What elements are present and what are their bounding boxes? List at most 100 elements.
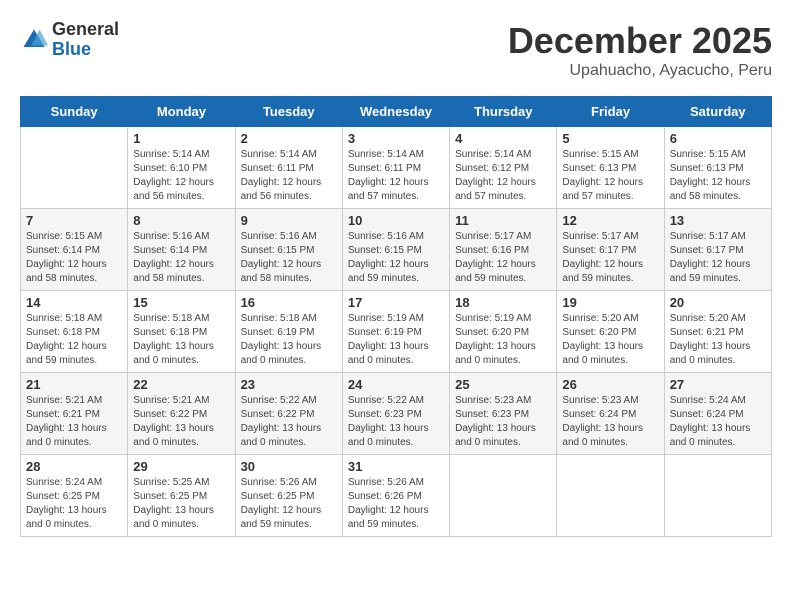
day-info: Sunrise: 5:18 AM Sunset: 6:18 PM Dayligh… [133, 312, 229, 368]
calendar-cell: 6 Sunrise: 5:15 AM Sunset: 6:13 PM Daylig… [664, 127, 771, 209]
day-number: 6 [670, 131, 766, 146]
weekday-header: Tuesday [235, 97, 342, 127]
day-number: 31 [348, 459, 444, 474]
day-number: 12 [562, 213, 658, 228]
weekday-header: Friday [557, 97, 664, 127]
calendar-cell: 27 Sunrise: 5:24 AM Sunset: 6:24 PM Dayli… [664, 373, 771, 455]
day-number: 16 [241, 295, 337, 310]
weekday-header: Monday [128, 97, 235, 127]
calendar-cell: 19 Sunrise: 5:20 AM Sunset: 6:20 PM Dayli… [557, 291, 664, 373]
day-info: Sunrise: 5:15 AM Sunset: 6:13 PM Dayligh… [562, 148, 658, 204]
day-info: Sunrise: 5:26 AM Sunset: 6:26 PM Dayligh… [348, 476, 444, 532]
calendar-cell: 7 Sunrise: 5:15 AM Sunset: 6:14 PM Daylig… [21, 209, 128, 291]
logo: General Blue [20, 20, 119, 60]
logo-general-text: General [52, 20, 119, 40]
calendar: SundayMondayTuesdayWednesdayThursdayFrid… [20, 96, 772, 537]
day-number: 4 [455, 131, 551, 146]
day-number: 19 [562, 295, 658, 310]
day-number: 21 [26, 377, 122, 392]
calendar-cell: 2Sunrise: 5:14 AM Sunset: 6:11 PM Daylig… [235, 127, 342, 209]
day-number: 3 [348, 131, 444, 146]
calendar-cell: 8 Sunrise: 5:16 AM Sunset: 6:14 PM Daylig… [128, 209, 235, 291]
calendar-cell: 17 Sunrise: 5:19 AM Sunset: 6:19 PM Dayli… [342, 291, 449, 373]
day-number: 25 [455, 377, 551, 392]
day-number: 5 [562, 131, 658, 146]
day-number: 20 [670, 295, 766, 310]
calendar-cell: 26Sunrise: 5:23 AM Sunset: 6:24 PM Dayli… [557, 373, 664, 455]
calendar-cell: 14 Sunrise: 5:18 AM Sunset: 6:18 PM Dayli… [21, 291, 128, 373]
day-info: Sunrise: 5:17 AM Sunset: 6:17 PM Dayligh… [670, 230, 766, 286]
calendar-cell: 29Sunrise: 5:25 AM Sunset: 6:25 PM Dayli… [128, 455, 235, 537]
day-info: Sunrise: 5:21 AM Sunset: 6:22 PM Dayligh… [133, 394, 229, 450]
day-number: 27 [670, 377, 766, 392]
calendar-cell: 5 Sunrise: 5:15 AM Sunset: 6:13 PM Daylig… [557, 127, 664, 209]
calendar-cell: 1 Sunrise: 5:14 AM Sunset: 6:10 PM Daylig… [128, 127, 235, 209]
day-number: 24 [348, 377, 444, 392]
calendar-cell: 10 Sunrise: 5:16 AM Sunset: 6:15 PM Dayli… [342, 209, 449, 291]
day-info: Sunrise: 5:16 AM Sunset: 6:14 PM Dayligh… [133, 230, 229, 286]
calendar-week-row: 14 Sunrise: 5:18 AM Sunset: 6:18 PM Dayli… [21, 291, 772, 373]
day-number: 8 [133, 213, 229, 228]
calendar-cell: 31 Sunrise: 5:26 AM Sunset: 6:26 PM Dayli… [342, 455, 449, 537]
day-info: Sunrise: 5:18 AM Sunset: 6:19 PM Dayligh… [241, 312, 337, 368]
calendar-cell: 23 Sunrise: 5:22 AM Sunset: 6:22 PM Dayli… [235, 373, 342, 455]
day-info: Sunrise: 5:18 AM Sunset: 6:18 PM Dayligh… [26, 312, 122, 368]
day-info: Sunrise: 5:16 AM Sunset: 6:15 PM Dayligh… [241, 230, 337, 286]
day-info: Sunrise: 5:22 AM Sunset: 6:23 PM Dayligh… [348, 394, 444, 450]
day-info: Sunrise: 5:21 AM Sunset: 6:21 PM Dayligh… [26, 394, 122, 450]
calendar-cell: 12Sunrise: 5:17 AM Sunset: 6:17 PM Dayli… [557, 209, 664, 291]
day-number: 13 [670, 213, 766, 228]
day-info: Sunrise: 5:23 AM Sunset: 6:23 PM Dayligh… [455, 394, 551, 450]
day-info: Sunrise: 5:26 AM Sunset: 6:25 PM Dayligh… [241, 476, 337, 532]
calendar-cell: 3 Sunrise: 5:14 AM Sunset: 6:11 PM Daylig… [342, 127, 449, 209]
day-info: Sunrise: 5:17 AM Sunset: 6:16 PM Dayligh… [455, 230, 551, 286]
day-number: 10 [348, 213, 444, 228]
weekday-header: Sunday [21, 97, 128, 127]
calendar-cell: 25 Sunrise: 5:23 AM Sunset: 6:23 PM Dayli… [450, 373, 557, 455]
calendar-cell: 9Sunrise: 5:16 AM Sunset: 6:15 PM Daylig… [235, 209, 342, 291]
day-number: 15 [133, 295, 229, 310]
calendar-week-row: 7 Sunrise: 5:15 AM Sunset: 6:14 PM Daylig… [21, 209, 772, 291]
calendar-cell [557, 455, 664, 537]
calendar-cell: 22Sunrise: 5:21 AM Sunset: 6:22 PM Dayli… [128, 373, 235, 455]
day-info: Sunrise: 5:24 AM Sunset: 6:25 PM Dayligh… [26, 476, 122, 532]
calendar-cell: 28Sunrise: 5:24 AM Sunset: 6:25 PM Dayli… [21, 455, 128, 537]
day-info: Sunrise: 5:14 AM Sunset: 6:11 PM Dayligh… [348, 148, 444, 204]
day-number: 2 [241, 131, 337, 146]
calendar-cell: 21 Sunrise: 5:21 AM Sunset: 6:21 PM Dayli… [21, 373, 128, 455]
day-number: 17 [348, 295, 444, 310]
day-number: 14 [26, 295, 122, 310]
calendar-cell: 30 Sunrise: 5:26 AM Sunset: 6:25 PM Dayli… [235, 455, 342, 537]
calendar-cell: 4 Sunrise: 5:14 AM Sunset: 6:12 PM Daylig… [450, 127, 557, 209]
day-info: Sunrise: 5:19 AM Sunset: 6:19 PM Dayligh… [348, 312, 444, 368]
calendar-cell: 24 Sunrise: 5:22 AM Sunset: 6:23 PM Dayli… [342, 373, 449, 455]
weekday-header: Thursday [450, 97, 557, 127]
day-info: Sunrise: 5:15 AM Sunset: 6:13 PM Dayligh… [670, 148, 766, 204]
day-number: 1 [133, 131, 229, 146]
day-number: 30 [241, 459, 337, 474]
calendar-week-row: 21 Sunrise: 5:21 AM Sunset: 6:21 PM Dayli… [21, 373, 772, 455]
day-number: 11 [455, 213, 551, 228]
day-info: Sunrise: 5:24 AM Sunset: 6:24 PM Dayligh… [670, 394, 766, 450]
calendar-cell [21, 127, 128, 209]
calendar-cell [664, 455, 771, 537]
day-info: Sunrise: 5:15 AM Sunset: 6:14 PM Dayligh… [26, 230, 122, 286]
day-info: Sunrise: 5:23 AM Sunset: 6:24 PM Dayligh… [562, 394, 658, 450]
calendar-cell [450, 455, 557, 537]
day-info: Sunrise: 5:14 AM Sunset: 6:10 PM Dayligh… [133, 148, 229, 204]
weekday-header: Wednesday [342, 97, 449, 127]
calendar-cell: 16 Sunrise: 5:18 AM Sunset: 6:19 PM Dayli… [235, 291, 342, 373]
day-number: 29 [133, 459, 229, 474]
day-info: Sunrise: 5:16 AM Sunset: 6:15 PM Dayligh… [348, 230, 444, 286]
month-title: December 2025 [508, 20, 772, 62]
day-info: Sunrise: 5:19 AM Sunset: 6:20 PM Dayligh… [455, 312, 551, 368]
calendar-cell: 18Sunrise: 5:19 AM Sunset: 6:20 PM Dayli… [450, 291, 557, 373]
calendar-cell: 15 Sunrise: 5:18 AM Sunset: 6:18 PM Dayli… [128, 291, 235, 373]
day-number: 23 [241, 377, 337, 392]
day-info: Sunrise: 5:20 AM Sunset: 6:20 PM Dayligh… [562, 312, 658, 368]
weekday-header: Saturday [664, 97, 771, 127]
logo-icon [20, 26, 48, 54]
day-number: 7 [26, 213, 122, 228]
day-info: Sunrise: 5:22 AM Sunset: 6:22 PM Dayligh… [241, 394, 337, 450]
day-info: Sunrise: 5:14 AM Sunset: 6:12 PM Dayligh… [455, 148, 551, 204]
